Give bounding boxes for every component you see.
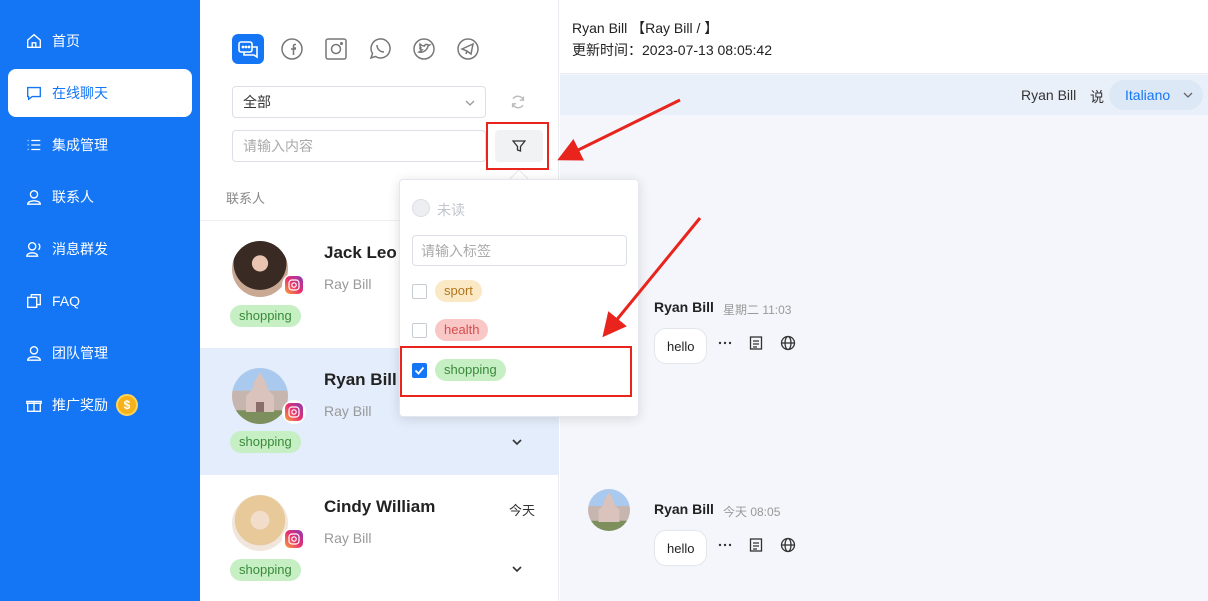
instagram-icon[interactable] (323, 36, 349, 62)
broadcast-icon (24, 239, 44, 259)
contacts-section-label: 联系人 (226, 191, 266, 206)
language-select[interactable]: Italiano (1109, 80, 1203, 110)
home-icon (24, 31, 44, 51)
instagram-badge-icon (282, 273, 306, 297)
search-input[interactable] (232, 130, 486, 162)
chevron-down-icon[interactable] (510, 435, 524, 449)
contact-name: Ryan Bill (324, 370, 397, 389)
note-icon[interactable] (748, 335, 764, 351)
chat-updated-time: 更新时间：2023-07-13 08:05:42 (572, 42, 772, 58)
sidebar-item-label: 集成管理 (52, 137, 108, 153)
whatsapp-icon[interactable] (367, 36, 393, 62)
contact-name: Cindy William (324, 497, 436, 516)
contact-tag: shopping (230, 431, 301, 453)
sidebar-item-integration[interactable]: 集成管理 (8, 121, 192, 169)
sidebar-item-broadcast[interactable]: 消息群发 (8, 225, 192, 273)
contact-date: 今天 (509, 503, 536, 518)
chevron-down-icon[interactable] (510, 562, 524, 576)
tag-checkbox-sport[interactable] (412, 284, 427, 299)
chat-all-icon[interactable] (232, 34, 264, 64)
contact-agent: Ray Bill (324, 403, 372, 419)
refresh-icon[interactable] (509, 93, 527, 111)
contact-tag: shopping (230, 305, 301, 327)
contact-tag: shopping (230, 559, 301, 581)
unread-radio[interactable] (412, 199, 430, 217)
sidebar-item-label: 首页 (52, 33, 80, 49)
category-select-value: 全部 (243, 94, 271, 110)
coin-icon: $ (116, 394, 138, 416)
message-sender: Ryan Bill (654, 299, 714, 315)
tag-sport: sport (435, 280, 482, 302)
facebook-icon[interactable] (279, 36, 305, 62)
chat-header: Ryan Bill 【Ray Bill / 】 更新时间：2023-07-13 … (560, 0, 1208, 74)
sidebar-item-label: 团队管理 (52, 345, 108, 361)
list-icon (24, 135, 44, 155)
message-time: 星期二 11:03 (723, 303, 792, 317)
contact-name: Jack Leo (324, 243, 397, 262)
translate-globe-icon[interactable] (780, 537, 796, 553)
more-icon[interactable] (717, 537, 733, 553)
chat-title: Ryan Bill 【Ray Bill / 】 (572, 20, 719, 36)
chat-panel: Ryan Bill 【Ray Bill / 】 更新时间：2023-07-13 … (560, 0, 1208, 601)
telegram-icon[interactable] (455, 36, 481, 62)
faq-icon (24, 291, 44, 311)
message-bubble: hello (654, 328, 708, 364)
sidebar: 首页 在线聊天 集成管理 联系人 消息群发 FAQ 团队管理 推广奖励 $ (0, 0, 200, 601)
chevron-down-icon (1183, 92, 1193, 98)
sidebar-item-label: 推广奖励 (52, 397, 108, 413)
sidebar-item-rewards[interactable]: 推广奖励 $ (8, 381, 192, 429)
tag-health: health (435, 319, 489, 341)
chat-icon (24, 83, 44, 103)
language-select-value: Italiano (1125, 87, 1171, 103)
chevron-down-icon (465, 100, 475, 106)
sidebar-item-contacts[interactable]: 联系人 (8, 173, 192, 221)
sidebar-item-label: 消息群发 (52, 241, 108, 257)
annotation-highlight-filter (486, 122, 549, 170)
note-icon[interactable] (748, 537, 764, 553)
message-bubble: hello (654, 530, 708, 566)
instagram-badge-icon (282, 400, 306, 424)
translate-globe-icon[interactable] (780, 335, 796, 351)
contact-item[interactable]: Cindy William 今天 Ray Bill shopping (200, 475, 559, 601)
sidebar-item-online-chat[interactable]: 在线聊天 (8, 69, 192, 117)
translation-bar: Ryan Bill 说 Italiano (560, 75, 1208, 115)
translation-say-label: 说 (1090, 89, 1104, 105)
instagram-badge-icon (282, 527, 306, 551)
gift-icon (24, 395, 44, 415)
category-select[interactable]: 全部 (232, 86, 486, 118)
sidebar-item-label: 联系人 (52, 189, 94, 205)
sidebar-item-team[interactable]: 团队管理 (8, 329, 192, 377)
unread-label: 未读 (437, 202, 465, 218)
more-icon[interactable] (717, 335, 733, 351)
contact-agent: Ray Bill (324, 530, 372, 546)
avatar (588, 489, 630, 531)
translation-speaker: Ryan Bill (1021, 87, 1077, 103)
message-sender: Ryan Bill (654, 501, 714, 517)
sidebar-item-label: FAQ (52, 293, 81, 309)
avatar (232, 368, 288, 424)
avatar (232, 241, 288, 297)
sidebar-item-home[interactable]: 首页 (8, 17, 192, 65)
avatar (232, 495, 288, 551)
tag-checkbox-health[interactable] (412, 323, 427, 338)
twitter-icon[interactable] (411, 36, 437, 62)
user-icon (24, 187, 44, 207)
message-time: 今天 08:05 (723, 505, 781, 519)
contact-agent: Ray Bill (324, 276, 372, 292)
tag-search-input[interactable] (412, 235, 627, 266)
team-icon (24, 343, 44, 363)
annotation-highlight-shopping (400, 346, 632, 397)
sidebar-item-label: 在线聊天 (52, 85, 108, 101)
sidebar-item-faq[interactable]: FAQ (8, 277, 192, 325)
